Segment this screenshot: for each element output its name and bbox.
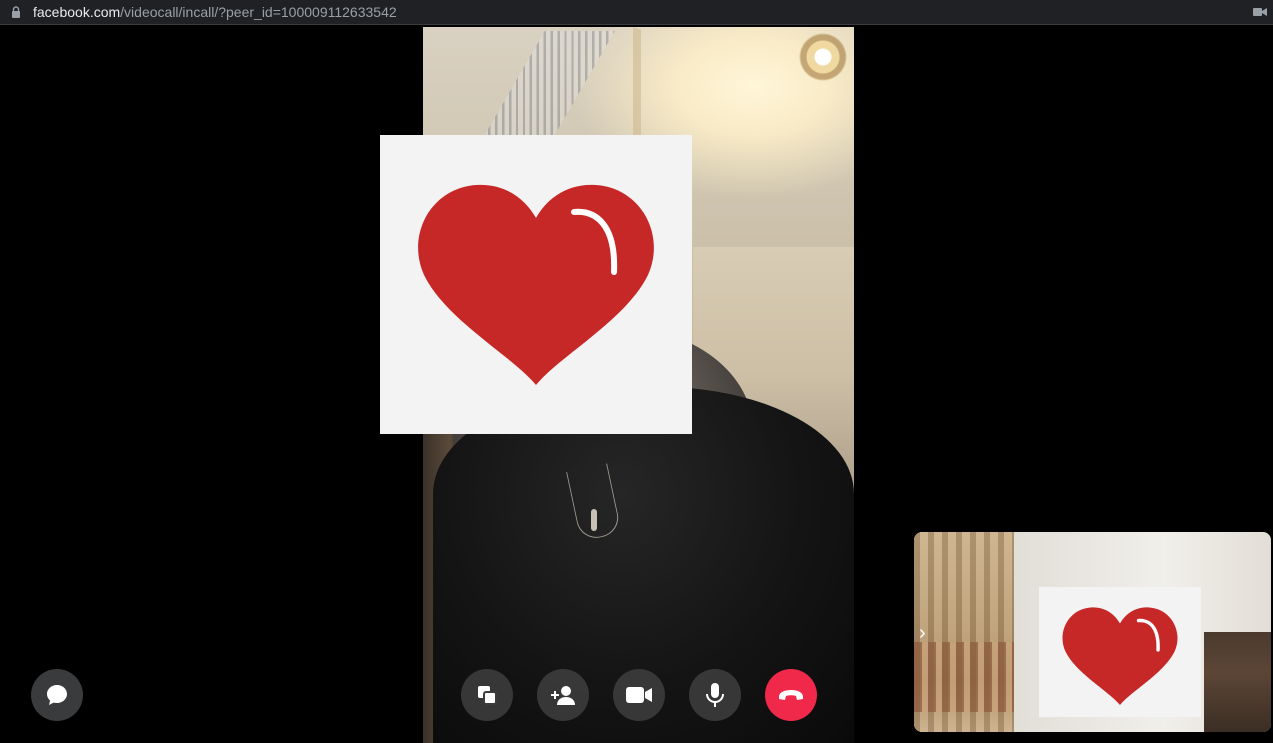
lock-icon xyxy=(12,6,20,18)
camera-indicator-icon[interactable] xyxy=(1253,7,1267,17)
furniture xyxy=(1204,632,1271,732)
chat-button[interactable] xyxy=(31,669,83,721)
heart-icon xyxy=(418,184,654,385)
url-path: /videocall/incall/?peer_id=1000091126335… xyxy=(120,4,397,20)
self-heart-sticker xyxy=(1039,587,1201,717)
video-camera-icon xyxy=(626,687,652,703)
address-url[interactable]: facebook.com/videocall/incall/?peer_id=1… xyxy=(33,4,397,21)
mute-button[interactable] xyxy=(689,669,741,721)
add-person-button[interactable] xyxy=(537,669,589,721)
self-view-chevron-icon[interactable]: › xyxy=(919,622,931,644)
heart-icon xyxy=(1062,607,1178,705)
hang-up-icon xyxy=(779,690,803,700)
curtain-band xyxy=(914,642,1014,712)
chandelier xyxy=(783,27,853,107)
video-toggle-button[interactable] xyxy=(613,669,665,721)
chat-bubble-icon xyxy=(47,685,67,705)
ceiling-vent xyxy=(481,31,615,141)
browser-address-bar: facebook.com/videocall/incall/?peer_id=1… xyxy=(0,0,1273,25)
url-domain: facebook.com xyxy=(33,4,121,20)
microphone-icon xyxy=(706,683,724,707)
pendant xyxy=(591,509,597,531)
share-screen-button[interactable] xyxy=(461,669,513,721)
self-view[interactable]: › xyxy=(914,532,1271,732)
call-stage: › xyxy=(0,25,1273,743)
add-person-icon xyxy=(551,686,575,705)
end-call-button[interactable] xyxy=(765,669,817,721)
share-screen-icon xyxy=(478,686,497,705)
heart-sticker xyxy=(380,135,692,434)
